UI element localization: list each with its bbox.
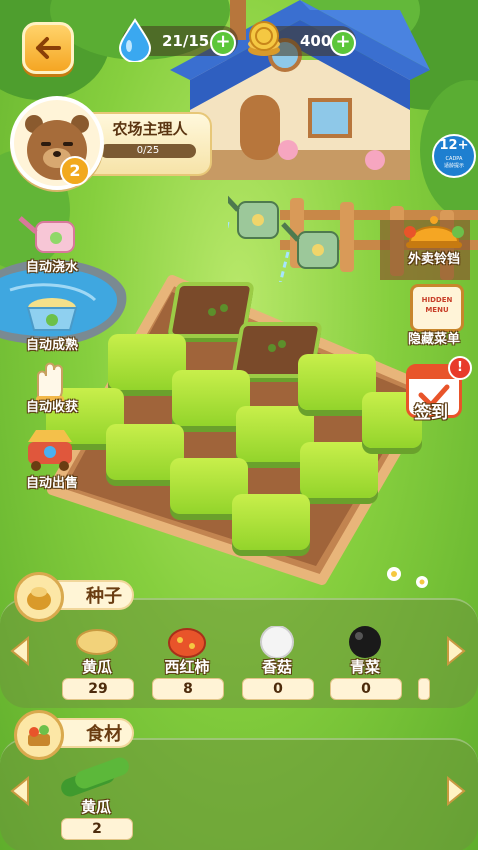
cucumber-seed-icon	[76, 629, 118, 655]
seed-count: 0	[330, 678, 402, 700]
age-rating-sub1: CADPA	[445, 156, 463, 162]
age-rating-badge[interactable]: 12+ CADPA 适龄提示	[432, 134, 476, 178]
auto-sell-label: 自动出售	[25, 476, 78, 491]
auto-water-label: 自动浇水	[25, 260, 78, 275]
coin-count: 400	[300, 32, 332, 50]
seed-bag-icon	[14, 572, 64, 622]
hidden-menu-button[interactable]: HIDDEN MENU 隐藏菜单	[396, 282, 472, 347]
cucumber-icon	[61, 757, 129, 797]
farm-tile[interactable]	[232, 494, 310, 550]
player-name: 农场主理人	[112, 120, 188, 138]
fertilizer-bowl-icon	[26, 298, 78, 331]
auto-harvest-button[interactable]: 自动收获	[16, 360, 88, 426]
age-rating-sub2: 适龄提示	[443, 163, 464, 169]
seeds-title: 种子	[86, 586, 122, 607]
seeds-scroll-left-icon[interactable]	[10, 636, 30, 666]
auto-ripen-label: 自动成熟	[25, 338, 78, 353]
ingredients-title: 食材	[86, 724, 122, 745]
watering-can-icon	[18, 216, 75, 253]
ingredients-scroll-left-icon[interactable]	[10, 776, 30, 806]
auto-harvest-label: 自动收获	[25, 400, 78, 415]
seed-item-partial	[418, 678, 430, 700]
vegetable-basket-icon	[14, 710, 64, 760]
hidden-menu-board-icon: HIDDEN MENU	[410, 284, 464, 332]
service-bell-icon	[404, 216, 464, 248]
watering-can-decor	[228, 195, 339, 282]
add-coins-button[interactable]: +	[330, 30, 356, 56]
exp-text: 0/25	[136, 145, 160, 156]
market-cart-icon	[28, 430, 72, 471]
ingredient-item-cucumber[interactable]: 黄瓜 2	[58, 756, 134, 840]
hidden-menu-sign: HIDDEN MENU	[421, 296, 453, 314]
auto-ripen-button[interactable]: 自动成熟	[16, 290, 88, 356]
add-water-button[interactable]: +	[210, 30, 236, 56]
arrow-left-icon	[36, 37, 61, 59]
seedlings	[208, 304, 286, 352]
avatar[interactable]	[10, 96, 104, 190]
age-rating-label: 12+	[439, 138, 469, 153]
delivery-bell-label: 外卖铃铛	[407, 252, 460, 267]
auto-water-button[interactable]: 自动浇水	[16, 212, 88, 278]
ingredient-count: 2	[61, 818, 133, 840]
seeds-scroll-right-icon[interactable]	[446, 636, 466, 666]
seed-name: 西红柿	[164, 658, 210, 676]
coin-stack-icon	[248, 21, 280, 56]
water-count: 21/15	[162, 32, 210, 50]
seed-name: 黄瓜	[81, 658, 112, 676]
flower-decor	[387, 567, 428, 588]
seed-name: 香菇	[261, 658, 292, 676]
level-badge: 2	[60, 156, 90, 186]
ingredients-scroll-right-icon[interactable]	[446, 776, 466, 806]
ingredient-name: 黄瓜	[80, 798, 111, 816]
auto-sell-button[interactable]: 自动出售	[16, 426, 88, 492]
sign-in-button[interactable]: ! 签到	[398, 356, 472, 426]
mushroom-seed-icon	[260, 625, 294, 659]
seed-item-tomato[interactable]: 西红柿 8	[150, 626, 224, 700]
sign-in-alert-badge: !	[448, 356, 472, 380]
seed-item-mushroom[interactable]: 香菇 0	[240, 625, 314, 700]
seed-item-cucumber[interactable]: 黄瓜 29	[60, 626, 134, 700]
seed-count: 8	[152, 678, 224, 700]
greens-seed-icon	[349, 626, 381, 658]
seed-count: 0	[242, 678, 314, 700]
game-scene: 21/15 + 400 + 农场主理人 0/25 2 12+ CADPA 适龄提…	[0, 0, 478, 850]
farm-tile[interactable]	[300, 442, 378, 498]
water-drop-icon	[118, 18, 152, 62]
seed-count: 29	[62, 678, 134, 700]
seed-item-greens[interactable]: 青菜 0	[328, 626, 402, 700]
seed-name: 青菜	[349, 658, 380, 676]
sign-in-label: 签到	[414, 403, 448, 423]
tomato-seed-icon	[168, 628, 206, 658]
delivery-bell-button[interactable]: 外卖铃铛	[396, 204, 472, 268]
hidden-menu-label: 隐藏菜单	[407, 332, 460, 347]
back-button[interactable]	[22, 22, 74, 74]
